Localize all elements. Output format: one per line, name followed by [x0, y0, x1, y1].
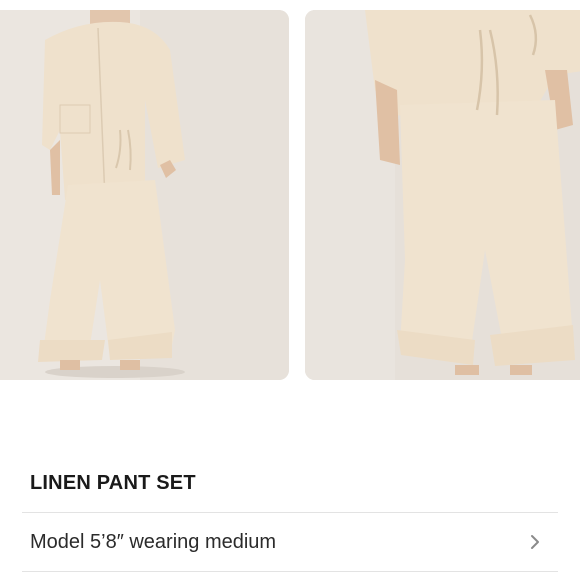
model-size-row[interactable]: Model 5’8″ wearing medium [22, 513, 558, 571]
divider [22, 571, 558, 572]
image-carousel[interactable] [0, 0, 580, 390]
product-title: LINEN PANT SET [30, 472, 196, 494]
product-photo-full-outfit[interactable] [0, 10, 289, 380]
model-size-label: Model 5’8″ wearing medium [30, 530, 277, 553]
product-page: LINEN PANT SET Model 5’8″ wearing medium [0, 0, 580, 580]
product-photo-pants-closeup[interactable] [305, 10, 580, 380]
chevron-right-icon [526, 533, 544, 551]
